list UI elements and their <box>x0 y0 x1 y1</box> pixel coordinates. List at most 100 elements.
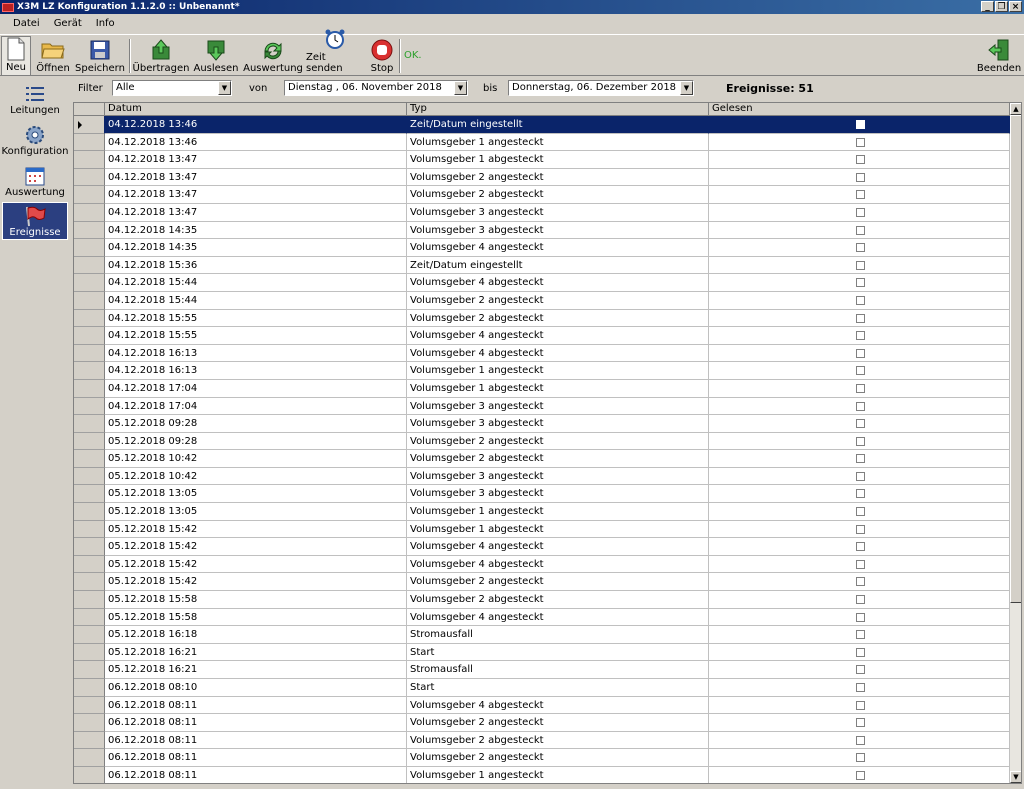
row-header[interactable] <box>74 555 105 574</box>
read-checkbox[interactable] <box>856 207 865 217</box>
cell-typ[interactable]: Volumsgeber 2 angesteckt <box>407 432 709 451</box>
cell-typ[interactable]: Volumsgeber 2 abgesteckt <box>407 309 709 328</box>
cell-typ[interactable]: Stromausfall <box>407 661 709 679</box>
table-row[interactable]: 05.12.2018 16:18 Stromausfall <box>74 626 1010 644</box>
scroll-thumb[interactable] <box>1010 115 1021 603</box>
cell-datum[interactable]: 04.12.2018 13:46 <box>105 133 407 152</box>
cell-datum[interactable]: 06.12.2018 08:11 <box>105 696 407 715</box>
cell-datum[interactable]: 05.12.2018 15:58 <box>105 591 407 609</box>
row-header[interactable] <box>74 608 105 627</box>
cell-datum[interactable]: 04.12.2018 17:04 <box>105 397 407 416</box>
row-header[interactable] <box>74 397 105 416</box>
table-row[interactable]: 05.12.2018 15:58 Volumsgeber 2 abgesteckt <box>74 591 1010 609</box>
cell-typ[interactable]: Volumsgeber 4 angesteckt <box>407 327 709 345</box>
row-header[interactable] <box>74 714 105 732</box>
cell-typ[interactable]: Zeit/Datum eingestellt <box>407 116 709 134</box>
cell-datum[interactable]: 04.12.2018 13:47 <box>105 186 407 204</box>
cell-datum[interactable]: 05.12.2018 15:42 <box>105 573 407 592</box>
sidebar-item-leitungen[interactable]: Leitungen <box>2 79 68 117</box>
table-row[interactable]: 05.12.2018 15:42 Volumsgeber 1 abgesteckt <box>74 520 1010 539</box>
read-checkbox[interactable] <box>856 225 865 235</box>
cell-typ[interactable]: Volumsgeber 3 abgesteckt <box>407 485 709 504</box>
cell-typ[interactable]: Volumsgeber 3 angesteckt <box>407 397 709 416</box>
table-row[interactable]: 05.12.2018 15:42 Volumsgeber 4 angesteckt <box>74 538 1010 556</box>
cell-typ[interactable]: Volumsgeber 1 angesteckt <box>407 133 709 152</box>
sidebar-item-ereignisse[interactable]: Ereignisse <box>2 202 68 240</box>
row-header[interactable] <box>74 432 105 451</box>
table-row[interactable]: 06.12.2018 08:11 Volumsgeber 2 angesteckt <box>74 749 1010 767</box>
cell-datum[interactable]: 04.12.2018 14:35 <box>105 221 407 240</box>
cell-datum[interactable]: 04.12.2018 13:47 <box>105 203 407 222</box>
row-header[interactable] <box>74 415 105 433</box>
read-checkbox[interactable] <box>856 454 865 464</box>
cell-datum[interactable]: 05.12.2018 15:42 <box>105 520 407 539</box>
cell-datum[interactable]: 04.12.2018 15:44 <box>105 291 407 310</box>
row-header[interactable] <box>74 679 105 697</box>
cell-typ[interactable]: Volumsgeber 1 angesteckt <box>407 362 709 380</box>
read-checkbox[interactable] <box>856 383 865 393</box>
table-row[interactable]: 06.12.2018 08:11 Volumsgeber 1 angesteckt <box>74 766 1010 783</box>
cell-typ[interactable]: Volumsgeber 3 angesteckt <box>407 467 709 486</box>
cell-datum[interactable]: 05.12.2018 15:42 <box>105 555 407 574</box>
row-header[interactable] <box>74 591 105 609</box>
table-row[interactable]: 06.12.2018 08:11 Volumsgeber 4 abgesteckt <box>74 696 1010 715</box>
cell-datum[interactable]: 05.12.2018 10:42 <box>105 467 407 486</box>
read-checkbox[interactable] <box>856 595 865 605</box>
row-header[interactable] <box>74 696 105 715</box>
table-row[interactable]: 04.12.2018 13:47 Volumsgeber 2 abgesteckt <box>74 186 1010 204</box>
table-row[interactable]: 04.12.2018 15:55 Volumsgeber 4 angesteckt <box>74 327 1010 345</box>
row-header[interactable] <box>74 309 105 328</box>
read-checkbox[interactable] <box>856 471 865 481</box>
cell-typ[interactable]: Volumsgeber 1 abgesteckt <box>407 520 709 539</box>
menu-info[interactable]: Info <box>89 14 122 34</box>
row-header[interactable] <box>74 274 105 292</box>
read-checkbox[interactable] <box>856 278 865 288</box>
cell-typ[interactable]: Volumsgeber 2 abgesteckt <box>407 731 709 750</box>
chevron-down-icon[interactable]: ▼ <box>454 81 467 95</box>
exit-button[interactable]: Beenden <box>976 36 1022 76</box>
table-row[interactable]: 04.12.2018 15:36 Zeit/Datum eingestellt <box>74 256 1010 275</box>
row-header[interactable] <box>74 203 105 222</box>
cell-typ[interactable]: Volumsgeber 4 abgesteckt <box>407 274 709 292</box>
table-row[interactable]: 04.12.2018 17:04 Volumsgeber 3 angesteckt <box>74 397 1010 416</box>
table-row[interactable]: 05.12.2018 10:42 Volumsgeber 2 abgesteckt <box>74 450 1010 468</box>
table-row[interactable]: 06.12.2018 08:11 Volumsgeber 2 angesteckt <box>74 714 1010 732</box>
transfer-button[interactable]: Übertragen <box>133 36 189 76</box>
cell-typ[interactable]: Volumsgeber 2 abgesteckt <box>407 186 709 204</box>
read-checkbox[interactable] <box>856 577 865 587</box>
row-header[interactable] <box>74 239 105 257</box>
row-header[interactable] <box>74 344 105 363</box>
read-checkbox[interactable] <box>856 683 865 692</box>
read-checkbox[interactable] <box>856 524 865 534</box>
cell-typ[interactable]: Volumsgeber 3 abgesteckt <box>407 221 709 240</box>
row-header[interactable] <box>74 256 105 275</box>
cell-typ[interactable]: Volumsgeber 1 angesteckt <box>407 503 709 521</box>
filter-select[interactable]: Alle ▼ <box>112 80 232 96</box>
read-checkbox[interactable] <box>856 753 865 763</box>
column-header-gelesen[interactable]: Gelesen <box>709 103 1010 116</box>
sidebar-item-auswertung[interactable]: Auswertung <box>2 161 68 199</box>
cell-datum[interactable]: 06.12.2018 08:11 <box>105 714 407 732</box>
cell-typ[interactable]: Volumsgeber 2 angesteckt <box>407 573 709 592</box>
table-row[interactable]: 04.12.2018 15:44 Volumsgeber 4 abgesteckt <box>74 274 1010 292</box>
evaluate-button[interactable]: Auswertung <box>243 36 303 76</box>
row-header[interactable] <box>74 221 105 240</box>
row-header[interactable] <box>74 133 105 152</box>
cell-datum[interactable]: 04.12.2018 13:47 <box>105 151 407 169</box>
read-checkbox[interactable] <box>856 348 865 358</box>
table-row[interactable]: 04.12.2018 13:47 Volumsgeber 1 abgesteckt <box>74 151 1010 169</box>
table-row[interactable]: 04.12.2018 13:46 Volumsgeber 1 angesteckt <box>74 133 1010 152</box>
table-row[interactable]: 05.12.2018 16:21 Start <box>74 643 1010 662</box>
cell-typ[interactable]: Volumsgeber 4 angesteckt <box>407 239 709 257</box>
read-checkbox[interactable] <box>856 401 865 411</box>
read-checkbox[interactable] <box>856 172 865 182</box>
read-checkbox[interactable] <box>856 366 865 376</box>
table-row[interactable]: 04.12.2018 16:13 Volumsgeber 4 abgesteckt <box>74 344 1010 363</box>
cell-datum[interactable]: 04.12.2018 17:04 <box>105 379 407 398</box>
row-header[interactable] <box>74 291 105 310</box>
table-row[interactable]: 05.12.2018 15:58 Volumsgeber 4 angesteckt <box>74 608 1010 627</box>
cell-datum[interactable]: 05.12.2018 13:05 <box>105 485 407 504</box>
row-header[interactable] <box>74 643 105 662</box>
cell-typ[interactable]: Volumsgeber 2 angesteckt <box>407 714 709 732</box>
cell-typ[interactable]: Volumsgeber 3 angesteckt <box>407 203 709 222</box>
